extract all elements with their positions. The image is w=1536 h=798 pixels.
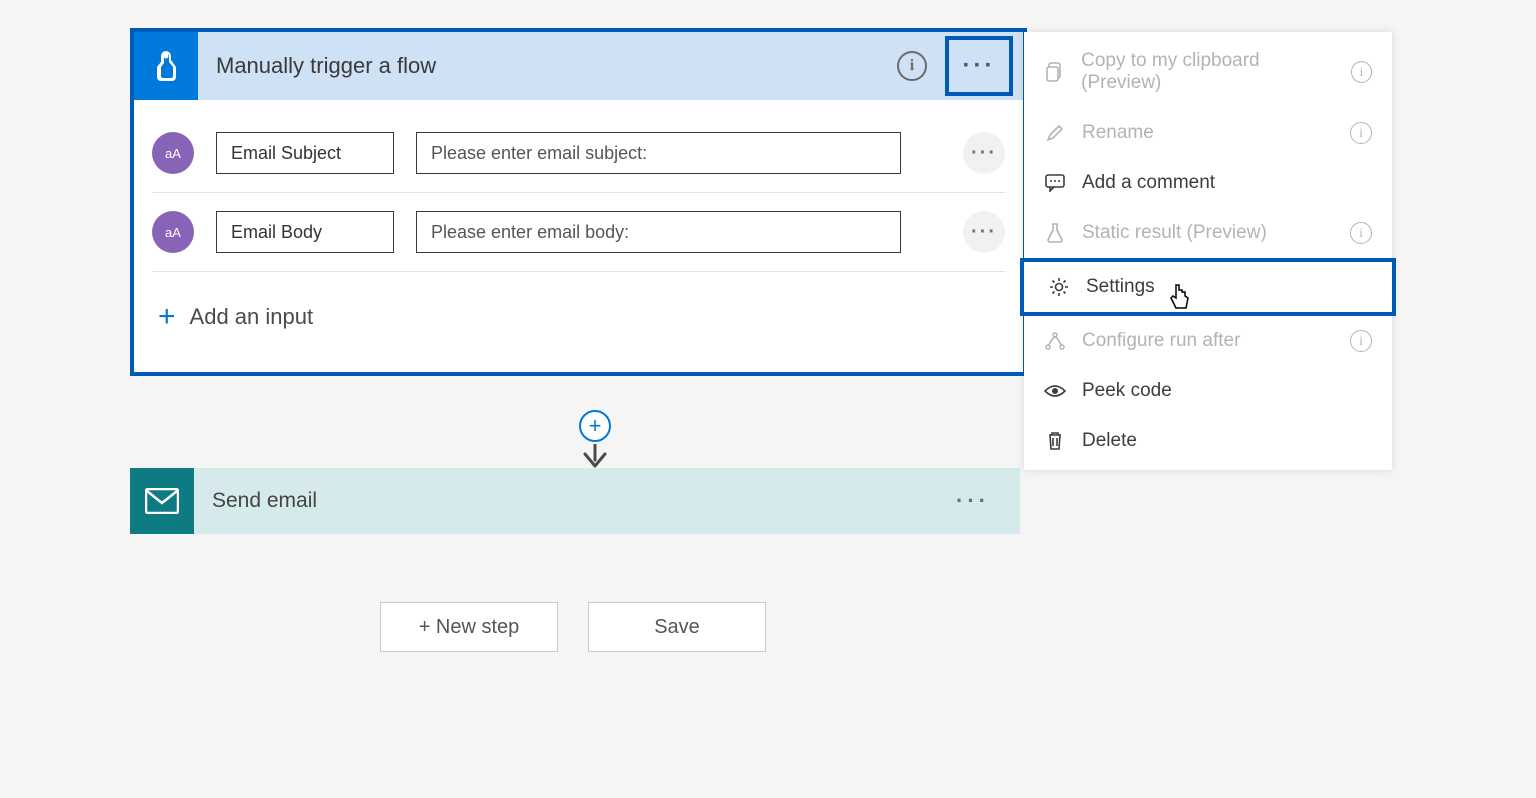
menu-label: Configure run after xyxy=(1082,330,1240,352)
manual-trigger-icon xyxy=(134,32,198,100)
info-icon[interactable]: i xyxy=(897,51,927,81)
input-placeholder-field[interactable]: Please enter email subject: xyxy=(416,132,901,174)
branch-icon xyxy=(1044,332,1066,350)
trigger-card: Manually trigger a flow i ··· aA Email S… xyxy=(130,28,1027,376)
text-input-icon: aA xyxy=(152,211,194,253)
menu-label: Delete xyxy=(1082,430,1137,452)
eye-icon xyxy=(1044,384,1066,398)
info-icon: i xyxy=(1350,222,1372,244)
menu-label: Settings xyxy=(1086,276,1155,298)
trigger-menu-button[interactable]: ··· xyxy=(945,36,1013,96)
add-input-label: Add an input xyxy=(190,304,314,330)
send-email-card[interactable]: Send email ··· xyxy=(130,468,1020,534)
menu-item-delete[interactable]: Delete xyxy=(1024,416,1392,466)
send-email-title: Send email xyxy=(212,489,317,513)
insert-step-button[interactable]: + xyxy=(579,410,611,442)
menu-label: Rename xyxy=(1082,122,1154,144)
trigger-header[interactable]: Manually trigger a flow i ··· xyxy=(134,32,1023,100)
menu-item-peek-code[interactable]: Peek code xyxy=(1024,366,1392,416)
menu-item-static-result[interactable]: Static result (Preview) i xyxy=(1024,208,1392,258)
plus-icon: + xyxy=(158,300,176,334)
info-icon: i xyxy=(1350,330,1372,352)
send-email-menu-button[interactable]: ··· xyxy=(956,488,990,514)
menu-item-configure-run-after[interactable]: Configure run after i xyxy=(1024,316,1392,366)
info-icon: i xyxy=(1351,61,1372,83)
input-row: aA Email Subject Please enter email subj… xyxy=(152,114,1005,193)
flask-icon xyxy=(1044,223,1066,243)
input-name-field[interactable]: Email Subject xyxy=(216,132,394,174)
menu-label: Static result (Preview) xyxy=(1082,222,1267,244)
menu-item-rename[interactable]: Rename i xyxy=(1024,108,1392,158)
input-placeholder-field[interactable]: Please enter email body: xyxy=(416,211,901,253)
text-input-icon: aA xyxy=(152,132,194,174)
menu-label: Peek code xyxy=(1082,380,1172,402)
comment-icon xyxy=(1044,174,1066,192)
menu-label: Add a comment xyxy=(1082,172,1215,194)
mail-icon xyxy=(130,468,194,534)
trigger-title: Manually trigger a flow xyxy=(216,53,436,79)
menu-item-copy[interactable]: Copy to my clipboard (Preview) i xyxy=(1024,36,1392,108)
input-row: aA Email Body Please enter email body: ·… xyxy=(152,193,1005,272)
info-icon: i xyxy=(1350,122,1372,144)
input-row-menu-button[interactable]: ··· xyxy=(963,211,1005,253)
menu-label: Copy to my clipboard (Preview) xyxy=(1081,50,1335,94)
trash-icon xyxy=(1044,431,1066,451)
copy-icon xyxy=(1044,62,1065,82)
context-menu: Copy to my clipboard (Preview) i Rename … xyxy=(1024,32,1392,470)
gear-icon xyxy=(1048,277,1070,297)
save-button[interactable]: Save xyxy=(588,602,766,652)
arrow-down-icon xyxy=(581,444,609,470)
new-step-button[interactable]: + New step xyxy=(380,602,558,652)
pencil-icon xyxy=(1044,124,1066,142)
menu-item-add-comment[interactable]: Add a comment xyxy=(1024,158,1392,208)
menu-item-settings[interactable]: Settings xyxy=(1020,258,1396,316)
input-name-field[interactable]: Email Body xyxy=(216,211,394,253)
add-input-button[interactable]: + Add an input xyxy=(152,272,1005,344)
flow-connector: + xyxy=(575,410,615,475)
input-row-menu-button[interactable]: ··· xyxy=(963,132,1005,174)
